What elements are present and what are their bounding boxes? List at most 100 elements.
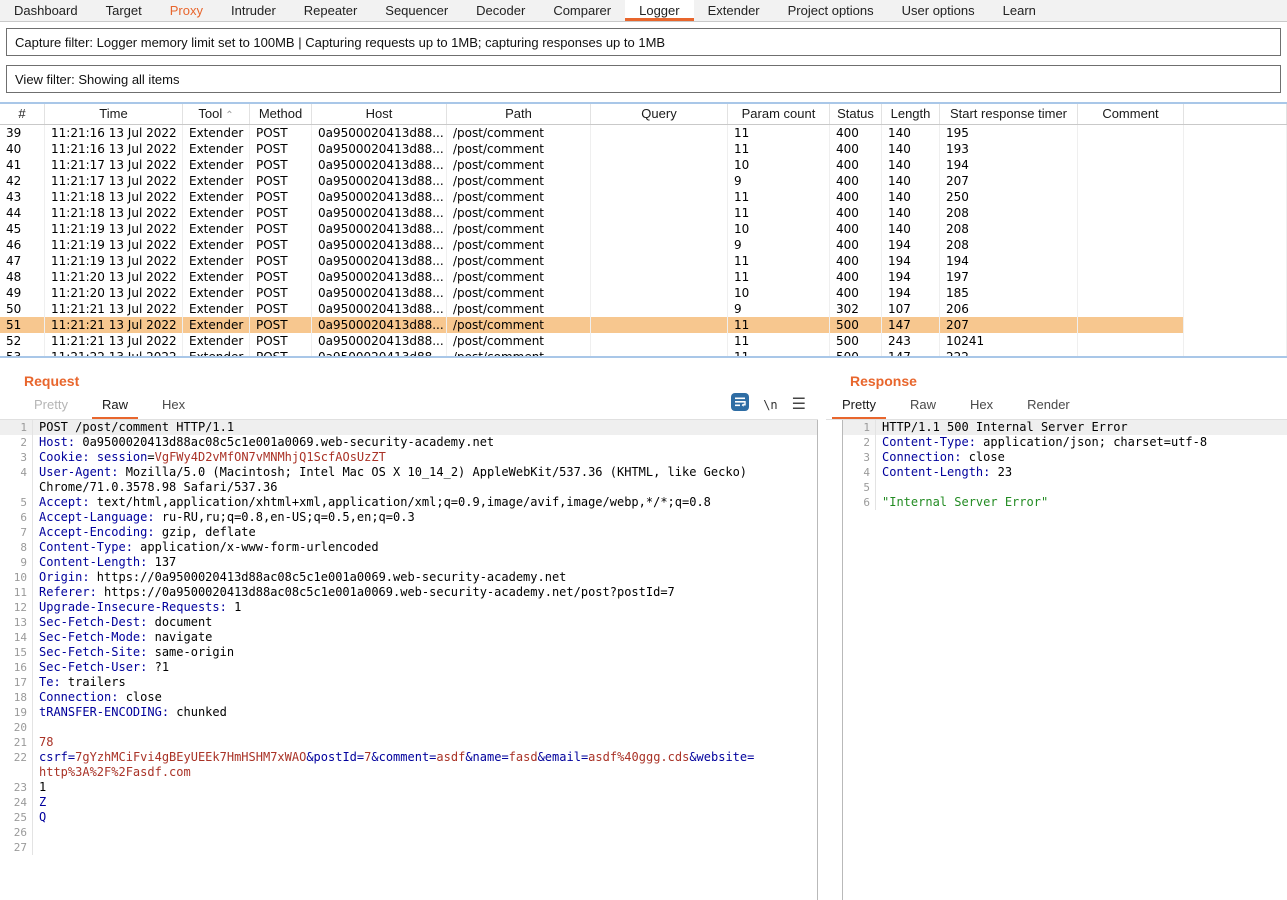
request-line-27: 27: [0, 840, 817, 855]
nav-tab-comparer[interactable]: Comparer: [539, 0, 625, 21]
panel-splitter[interactable]: [818, 358, 826, 900]
cell: POST: [250, 333, 312, 349]
log-row-45[interactable]: 4511:21:19 13 Jul 2022ExtenderPOST0a9500…: [0, 221, 1287, 237]
cell: [591, 205, 728, 221]
log-row-44[interactable]: 4411:21:18 13 Jul 2022ExtenderPOST0a9500…: [0, 205, 1287, 221]
request-tab-pretty[interactable]: Pretty: [24, 397, 78, 419]
cell: 500: [830, 349, 882, 356]
cell: POST: [250, 253, 312, 269]
nav-tab-learn[interactable]: Learn: [989, 0, 1050, 21]
line-content: Content-Type: application/json; charset=…: [876, 435, 1207, 450]
line-content: Accept: text/html,application/xhtml+xml,…: [33, 495, 711, 510]
cell: 194: [940, 253, 1078, 269]
log-row-43[interactable]: 4311:21:18 13 Jul 2022ExtenderPOST0a9500…: [0, 189, 1287, 205]
nav-tab-user-options[interactable]: User options: [888, 0, 989, 21]
request-tab-hex[interactable]: Hex: [152, 397, 195, 419]
cell: 140: [882, 189, 940, 205]
nav-tab-logger[interactable]: Logger: [625, 0, 693, 21]
view-filter-bar[interactable]: View filter: Showing all items: [6, 65, 1281, 93]
show-newlines-icon[interactable]: \n: [763, 398, 777, 412]
nav-tab-intruder[interactable]: Intruder: [217, 0, 290, 21]
line-number: 11: [0, 585, 33, 600]
line-content: Content-Length: 137: [33, 555, 176, 570]
line-content: Connection: close: [876, 450, 1005, 465]
cell: 0a9500020413d88...: [312, 333, 447, 349]
nav-tab-sequencer[interactable]: Sequencer: [371, 0, 462, 21]
request-line-21: 2178: [0, 735, 817, 750]
column-header-start-response-timer[interactable]: Start response timer: [940, 104, 1078, 124]
log-table-header: #TimeTool⌃MethodHostPathQueryParam count…: [0, 104, 1287, 125]
log-row-52[interactable]: 5211:21:21 13 Jul 2022ExtenderPOST0a9500…: [0, 333, 1287, 349]
nav-tab-decoder[interactable]: Decoder: [462, 0, 539, 21]
line-number: 26: [0, 825, 33, 840]
log-row-48[interactable]: 4811:21:20 13 Jul 2022ExtenderPOST0a9500…: [0, 269, 1287, 285]
cell: 0a9500020413d88...: [312, 317, 447, 333]
column-header-query[interactable]: Query: [591, 104, 728, 124]
line-number: 13: [0, 615, 33, 630]
cell: Extender: [183, 221, 250, 237]
log-row-46[interactable]: 4611:21:19 13 Jul 2022ExtenderPOST0a9500…: [0, 237, 1287, 253]
nav-tab-extender[interactable]: Extender: [694, 0, 774, 21]
nav-tab-proxy[interactable]: Proxy: [156, 0, 217, 21]
request-editor[interactable]: 1POST /post/comment HTTP/1.12Host: 0a950…: [0, 420, 818, 900]
line-number: 27: [0, 840, 33, 855]
cell: 11: [728, 253, 830, 269]
log-row-47[interactable]: 4711:21:19 13 Jul 2022ExtenderPOST0a9500…: [0, 253, 1287, 269]
logger-table: #TimeTool⌃MethodHostPathQueryParam count…: [0, 102, 1287, 358]
log-row-53[interactable]: 5311:21:22 13 Jul 2022ExtenderPOST0a9500…: [0, 349, 1287, 356]
cell: 107: [882, 301, 940, 317]
line-content: Content-Length: 23: [876, 465, 1012, 480]
response-tab-hex[interactable]: Hex: [960, 397, 1003, 419]
nav-tab-target[interactable]: Target: [92, 0, 156, 21]
cell: 47: [0, 253, 45, 269]
column-header-#[interactable]: #: [0, 104, 45, 124]
cell: Extender: [183, 125, 250, 141]
response-panel: Response PrettyRawHexRender 1HTTP/1.1 50…: [826, 358, 1287, 900]
request-line-11: 11Referer: https://0a9500020413d88ac08c5…: [0, 585, 817, 600]
cell: /post/comment: [447, 317, 591, 333]
response-tab-bar: Pretty Raw Hex Render: [826, 391, 1287, 420]
cell: Extender: [183, 317, 250, 333]
log-row-51[interactable]: 5111:21:21 13 Jul 2022ExtenderPOST0a9500…: [0, 317, 1287, 333]
response-editor[interactable]: 1HTTP/1.1 500 Internal Server Error2Cont…: [842, 420, 1287, 900]
response-tab-pretty[interactable]: Pretty: [832, 397, 886, 419]
log-row-41[interactable]: 4111:21:17 13 Jul 2022ExtenderPOST0a9500…: [0, 157, 1287, 173]
column-header-comment[interactable]: Comment: [1078, 104, 1184, 124]
column-header-status[interactable]: Status: [830, 104, 882, 124]
request-tab-raw[interactable]: Raw: [92, 397, 138, 419]
response-tab-render[interactable]: Render: [1017, 397, 1080, 419]
column-header-path[interactable]: Path: [447, 104, 591, 124]
editor-menu-icon[interactable]: ☰: [792, 398, 806, 412]
cell: [1078, 237, 1184, 253]
cell: 500: [830, 317, 882, 333]
log-row-39[interactable]: 3911:21:16 13 Jul 2022ExtenderPOST0a9500…: [0, 125, 1287, 141]
column-header-host[interactable]: Host: [312, 104, 447, 124]
log-row-49[interactable]: 4911:21:20 13 Jul 2022ExtenderPOST0a9500…: [0, 285, 1287, 301]
line-number: 6: [0, 510, 33, 525]
word-wrap-icon[interactable]: [731, 393, 749, 416]
column-header-length[interactable]: Length: [882, 104, 940, 124]
log-row-42[interactable]: 4211:21:17 13 Jul 2022ExtenderPOST0a9500…: [0, 173, 1287, 189]
column-header-param-count[interactable]: Param count: [728, 104, 830, 124]
cell: [591, 269, 728, 285]
line-number: 4: [843, 465, 876, 480]
cell: POST: [250, 141, 312, 157]
cell: [1078, 349, 1184, 356]
cell: 208: [940, 237, 1078, 253]
nav-tab-repeater[interactable]: Repeater: [290, 0, 371, 21]
log-row-40[interactable]: 4011:21:16 13 Jul 2022ExtenderPOST0a9500…: [0, 141, 1287, 157]
response-tab-raw[interactable]: Raw: [900, 397, 946, 419]
column-header-time[interactable]: Time: [45, 104, 183, 124]
cell: [1184, 253, 1287, 269]
log-row-50[interactable]: 5011:21:21 13 Jul 2022ExtenderPOST0a9500…: [0, 301, 1287, 317]
line-content: Origin: https://0a9500020413d88ac08c5c1e…: [33, 570, 566, 585]
cell: 11:21:18 13 Jul 2022: [45, 189, 183, 205]
column-header-method[interactable]: Method: [250, 104, 312, 124]
capture-filter-bar[interactable]: Capture filter: Logger memory limit set …: [6, 28, 1281, 56]
cell: 11:21:21 13 Jul 2022: [45, 301, 183, 317]
column-header-tool[interactable]: Tool⌃: [183, 104, 250, 124]
line-content: Accept-Encoding: gzip, deflate: [33, 525, 256, 540]
cell: [591, 285, 728, 301]
nav-tab-project-options[interactable]: Project options: [774, 0, 888, 21]
nav-tab-dashboard[interactable]: Dashboard: [0, 0, 92, 21]
